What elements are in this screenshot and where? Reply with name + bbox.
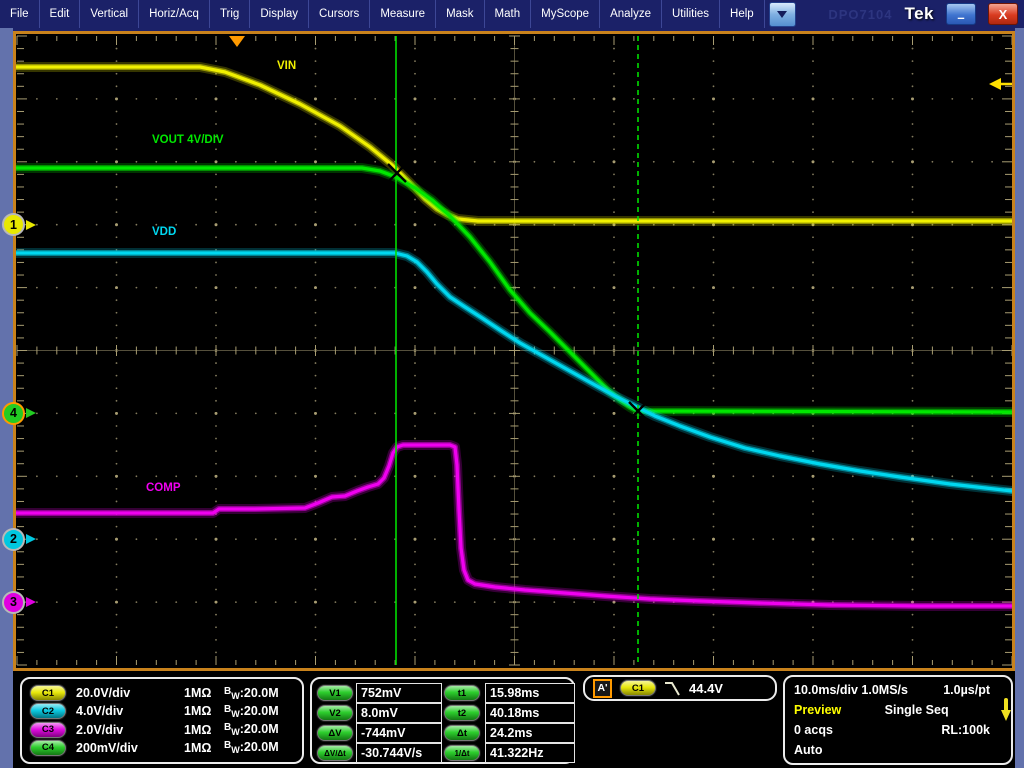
channel-badge-c3[interactable]: C3 bbox=[30, 722, 66, 738]
channel-badge-c1[interactable]: C1 bbox=[30, 685, 66, 701]
tek-logo: Tek bbox=[904, 4, 934, 24]
channel-bandwidth: BW:20.0M bbox=[224, 722, 279, 737]
menu-item-vertical[interactable]: Vertical bbox=[80, 0, 139, 28]
menu-item-display[interactable]: Display bbox=[250, 0, 309, 28]
channel-bandwidth: BW:20.0M bbox=[224, 704, 279, 719]
menu-item-trig[interactable]: Trig bbox=[210, 0, 250, 28]
cursor-badge-t0[interactable]: t1 bbox=[444, 685, 480, 701]
menu-item-math[interactable]: Math bbox=[485, 0, 532, 28]
channel-marker-arrow-3 bbox=[26, 597, 36, 607]
cursor-value-t2: 24.2ms bbox=[485, 723, 575, 743]
channel-marker-arrow-2 bbox=[26, 534, 36, 544]
cursor-badge-t3[interactable]: 1/Δt bbox=[444, 745, 480, 761]
menu-item-cursors[interactable]: Cursors bbox=[309, 0, 370, 28]
menu-item-mask[interactable]: Mask bbox=[436, 0, 484, 28]
cursor-badge-t2[interactable]: Δt bbox=[444, 725, 480, 741]
close-button[interactable]: X bbox=[988, 3, 1018, 25]
cursor-value-t3: 41.322Hz bbox=[485, 743, 575, 763]
channel-scale: 200mV/div bbox=[76, 741, 184, 755]
channel-bandwidth: BW:20.0M bbox=[224, 740, 279, 755]
sample-resolution-value: 1.0µs/pt bbox=[943, 683, 990, 697]
menu-items: FileEditVerticalHoriz/AcqTrigDisplayCurs… bbox=[0, 0, 765, 28]
channel-impedance: 1MΩ bbox=[184, 686, 224, 700]
timebase-value: 10.0ms/div 1.0MS/s bbox=[794, 683, 908, 697]
trigger-event-badge[interactable]: A' bbox=[593, 679, 612, 698]
trace-label-vin: VIN bbox=[277, 60, 296, 72]
horizontal-acquisition-panel: 10.0ms/div 1.0MS/s 1.0µs/pt Preview Sing… bbox=[783, 675, 1013, 765]
waveform-display[interactable] bbox=[16, 34, 1012, 668]
minimize-button[interactable]: – bbox=[946, 3, 976, 25]
cursor-badge-t1[interactable]: t2 bbox=[444, 705, 480, 721]
trace-label-comp: COMP bbox=[146, 482, 181, 494]
channel-impedance: 1MΩ bbox=[184, 704, 224, 718]
cursor-badge-v2[interactable]: ΔV bbox=[317, 725, 353, 741]
left-strip bbox=[0, 28, 13, 768]
preview-status: Preview bbox=[794, 703, 841, 717]
falling-edge-icon bbox=[664, 680, 681, 697]
cursor-readout-panel: V1752mVt1 15.98ms V28.0mVt2 40.18ms ΔV-744mV… bbox=[310, 677, 575, 764]
menu-item-edit[interactable]: Edit bbox=[40, 0, 81, 28]
cursor-badge-v1[interactable]: V2 bbox=[317, 705, 353, 721]
channel-row-c1: C1 20.0V/div1MΩBW:20.0M bbox=[30, 684, 294, 702]
trace-label-vdd: VDD bbox=[152, 226, 176, 238]
menu-item-help[interactable]: Help bbox=[720, 0, 765, 28]
minimize-icon: – bbox=[957, 10, 964, 25]
titlebar-right: DPO7104 Tek – X bbox=[828, 0, 1024, 28]
cursor-value-t0: 15.98ms bbox=[485, 683, 575, 703]
right-strip bbox=[1015, 28, 1024, 768]
channel-marker-arrow-4 bbox=[26, 408, 36, 418]
cursor-value-v0: 752mV bbox=[356, 683, 442, 703]
cursor-badge-v3[interactable]: ΔV/Δt bbox=[317, 745, 353, 761]
acquisition-mode: Single Seq bbox=[885, 703, 949, 717]
channel-row-c2: C2 4.0V/div1MΩBW:20.0M bbox=[30, 702, 294, 720]
cursor-badge-v0[interactable]: V1 bbox=[317, 685, 353, 701]
cursor-value-v3: -30.744V/s bbox=[356, 743, 442, 763]
channel-impedance: 1MΩ bbox=[184, 741, 224, 755]
trigger-mode: Auto bbox=[794, 743, 822, 757]
channel-scale: 4.0V/div bbox=[76, 704, 184, 718]
channel-row-c3: C3 2.0V/div1MΩBW:20.0M bbox=[30, 721, 294, 739]
menu-item-utilities[interactable]: Utilities bbox=[662, 0, 720, 28]
trigger-readout-panel: A' C1 44.4V bbox=[583, 675, 777, 701]
menu-item-analyze[interactable]: Analyze bbox=[600, 0, 662, 28]
channel-marker-arrow-1 bbox=[26, 220, 36, 230]
channel-row-c4: C4 200mV/div1MΩBW:20.0M bbox=[30, 739, 294, 757]
model-label: DPO7104 bbox=[828, 7, 892, 22]
channel-marker-2[interactable]: 2 bbox=[2, 528, 25, 551]
channel-bandwidth: BW:20.0M bbox=[224, 686, 279, 701]
cursor-value-v1: 8.0mV bbox=[356, 703, 442, 723]
trigger-source-badge[interactable]: C1 bbox=[620, 680, 656, 696]
channel-marker-3[interactable]: 3 bbox=[2, 591, 25, 614]
cursor-value-v2: -744mV bbox=[356, 723, 442, 743]
record-length: RL:100k bbox=[941, 723, 990, 737]
channel-scale: 20.0V/div bbox=[76, 686, 184, 700]
trigger-level-value: 44.4V bbox=[689, 681, 723, 696]
intensity-thermometer-icon bbox=[1000, 697, 1012, 723]
channel-impedance: 1MΩ bbox=[184, 723, 224, 737]
channel-badge-c4[interactable]: C4 bbox=[30, 740, 66, 756]
chevron-down-icon bbox=[777, 11, 787, 18]
cursor-value-t1: 40.18ms bbox=[485, 703, 575, 723]
menu-bar: FileEditVerticalHoriz/AcqTrigDisplayCurs… bbox=[0, 0, 1024, 28]
trace-label-vout: VOUT 4V/DIV bbox=[152, 134, 224, 146]
channel-badge-c2[interactable]: C2 bbox=[30, 703, 66, 719]
close-icon: X bbox=[999, 7, 1008, 22]
menu-item-file[interactable]: File bbox=[0, 0, 40, 28]
channel-settings-panel: C120.0V/div1MΩBW:20.0MC24.0V/div1MΩBW:20… bbox=[20, 677, 304, 764]
acquisition-count: 0 acqs bbox=[794, 723, 833, 737]
menu-overflow-button[interactable] bbox=[769, 2, 796, 27]
menu-item-horiz-acq[interactable]: Horiz/Acq bbox=[139, 0, 210, 28]
menu-item-myscope[interactable]: MyScope bbox=[531, 0, 600, 28]
channel-scale: 2.0V/div bbox=[76, 723, 184, 737]
trigger-position-marker[interactable] bbox=[229, 36, 245, 47]
menu-item-measure[interactable]: Measure bbox=[370, 0, 436, 28]
channel-marker-4[interactable]: 4 bbox=[2, 402, 25, 425]
